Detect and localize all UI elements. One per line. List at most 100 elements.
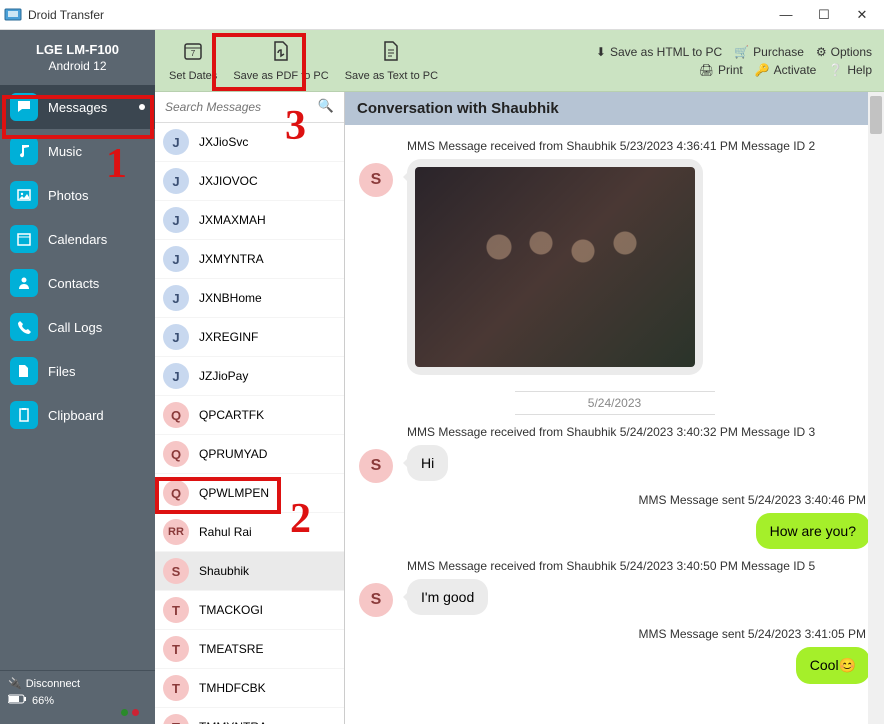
contact-name: JXREGINF — [199, 330, 258, 344]
app-icon — [4, 6, 22, 24]
sidebar-item-photos[interactable]: Photos — [0, 173, 155, 217]
sidebar-item-label: Music — [48, 144, 82, 159]
contact-avatar: J — [163, 168, 189, 194]
contact-name: QPCARTFK — [199, 408, 264, 422]
outgoing-message: How are you? — [359, 513, 870, 549]
sidebar-item-contacts[interactable]: Contacts — [0, 261, 155, 305]
message-bubble: Hi — [407, 445, 448, 481]
sidebar-item-music[interactable]: Music — [0, 129, 155, 173]
contact-name: TMACKOGI — [199, 603, 263, 617]
contact-avatar: Q — [163, 480, 189, 506]
contact-item[interactable]: T TMHDFCBK — [155, 669, 344, 708]
message-meta: MMS Message received from Shaubhik 5/23/… — [407, 139, 870, 153]
contact-item[interactable]: RRRahul Rai — [155, 513, 344, 552]
key-icon: 🔑 — [755, 63, 770, 77]
contact-name: JXJIOVOC — [199, 174, 258, 188]
contact-avatar: J — [163, 285, 189, 311]
chat-pane: Conversation with Shaubhik MMS Message r… — [345, 92, 884, 724]
contact-avatar: S — [163, 558, 189, 584]
contact-avatar: J — [163, 207, 189, 233]
contact-avatar: T — [163, 714, 189, 724]
clipboard-icon — [10, 401, 38, 429]
contact-avatar: J — [163, 363, 189, 389]
contact-item[interactable]: TTMEATSRE — [155, 630, 344, 669]
minimize-button[interactable]: — — [768, 3, 804, 27]
indicator-dot — [139, 104, 145, 110]
contact-item[interactable]: JJXMAXMAH — [155, 201, 344, 240]
print-button[interactable]: 🖨Print — [699, 63, 743, 77]
contact-item[interactable]: Q QPCARTFK — [155, 396, 344, 435]
contact-item[interactable]: TTMMYNTRA — [155, 708, 344, 724]
contact-name: JXMYNTRA — [199, 252, 264, 266]
contact-avatar: Q — [163, 441, 189, 467]
contact-name: TMEATSRE — [199, 642, 263, 656]
contact-avatar: T — [163, 675, 189, 701]
options-button[interactable]: ⚙Options — [816, 45, 872, 59]
search-input[interactable] — [161, 96, 338, 118]
contact-name: JZJioPay — [199, 369, 248, 383]
mms-image[interactable] — [415, 167, 695, 367]
activate-button[interactable]: 🔑Activate — [755, 63, 817, 77]
chat-header: Conversation with Shaubhik — [345, 92, 884, 125]
contact-item[interactable]: J JXMYNTRA — [155, 240, 344, 279]
device-info: LGE LM-F100 Android 12 — [0, 30, 155, 85]
contact-item[interactable]: S Shaubhik — [155, 552, 344, 591]
chat-icon — [10, 93, 38, 121]
sidebar-item-calendars[interactable]: Calendars — [0, 217, 155, 261]
close-button[interactable]: ✕ — [844, 3, 880, 27]
sidebar-item-messages[interactable]: Messages — [0, 85, 155, 129]
save-html-button[interactable]: ⬇Save as HTML to PC — [596, 45, 722, 59]
sidebar-item-label: Calendars — [48, 232, 107, 247]
chat-scrollbar[interactable] — [868, 92, 884, 724]
message-bubble: I'm good — [407, 579, 488, 615]
contact-item[interactable]: QQPWLMPEN — [155, 474, 344, 513]
message-bubble: Cool😊 — [796, 647, 870, 684]
set-dates-button[interactable]: 7 Set Dates — [161, 36, 225, 86]
purchase-button[interactable]: 🛒Purchase — [734, 45, 804, 59]
contact-avatar: RR — [163, 519, 189, 545]
search-icon[interactable]: 🔍 — [318, 98, 334, 114]
contacts-icon — [10, 269, 38, 297]
sidebar-item-files[interactable]: Files — [0, 349, 155, 393]
calendar-icon — [10, 225, 38, 253]
incoming-message: SI'm good — [359, 579, 870, 617]
music-icon — [10, 137, 38, 165]
pdf-icon — [270, 40, 292, 68]
message-bubble — [407, 159, 703, 375]
contact-avatar: J — [163, 129, 189, 155]
device-name: LGE LM-F100 — [6, 42, 149, 57]
save-text-button[interactable]: Save as Text to PC — [337, 36, 446, 86]
contact-name: QPRUMYAD — [199, 447, 267, 461]
contact-item[interactable]: TTMACKOGI — [155, 591, 344, 630]
outgoing-message: Cool😊 — [359, 647, 870, 684]
contacts-list[interactable]: JJXJioSvcJJXJIOVOCJJXMAXMAHJJXMYNTRAJJXN… — [155, 123, 344, 724]
save-pdf-button[interactable]: Save as PDF to PC — [225, 36, 336, 86]
disconnect-button[interactable]: 🔌 Disconnect — [8, 675, 147, 692]
device-os: Android 12 — [6, 59, 149, 73]
sidebar-item-call-logs[interactable]: Call Logs — [0, 305, 155, 349]
download-icon: ⬇ — [596, 45, 606, 59]
contact-name: TMHDFCBK — [199, 681, 266, 695]
help-icon: ❔ — [828, 63, 843, 77]
sender-avatar: S — [359, 449, 393, 483]
contact-item[interactable]: J JXJIOVOC — [155, 162, 344, 201]
message-meta: MMS Message received from Shaubhik 5/24/… — [407, 425, 870, 439]
help-button[interactable]: ❔Help — [828, 63, 872, 77]
contact-name: Shaubhik — [199, 564, 249, 578]
contact-item[interactable]: Q QPRUMYAD — [155, 435, 344, 474]
sidebar: LGE LM-F100 Android 12 Messages Music Ph… — [0, 30, 155, 724]
contact-item[interactable]: JJXJioSvc — [155, 123, 344, 162]
contact-avatar: J — [163, 246, 189, 272]
contact-item[interactable]: JJXREGINF — [155, 318, 344, 357]
sidebar-item-label: Files — [48, 364, 75, 379]
message-bubble: How are you? — [756, 513, 870, 549]
contact-avatar: Q — [163, 402, 189, 428]
sidebar-item-label: Messages — [48, 100, 107, 115]
sidebar-item-clipboard[interactable]: Clipboard — [0, 393, 155, 437]
sender-avatar: S — [359, 163, 393, 197]
maximize-button[interactable]: ☐ — [806, 3, 842, 27]
chat-body: MMS Message received from Shaubhik 5/23/… — [345, 125, 884, 704]
contact-item[interactable]: J JZJioPay — [155, 357, 344, 396]
phone-icon — [10, 313, 38, 341]
contact-item[interactable]: JJXNBHome — [155, 279, 344, 318]
